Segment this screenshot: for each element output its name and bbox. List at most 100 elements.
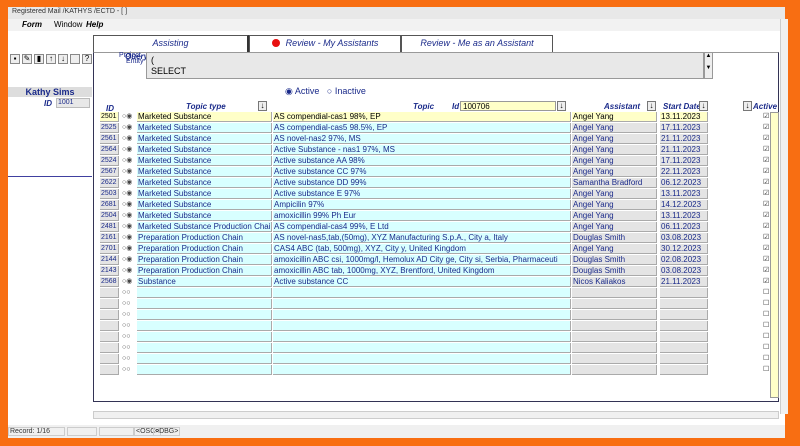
row-id[interactable]: 2681 xyxy=(100,200,119,210)
table-row[interactable]: ○○ ☐ xyxy=(100,310,780,321)
row-radio-buttons[interactable]: ○◉ xyxy=(121,112,137,122)
help-icon[interactable]: ? xyxy=(82,54,92,64)
row-topic-type[interactable]: Marketed Substance xyxy=(137,189,272,199)
row-topic[interactable]: Active Substance - nas1 97%, MS xyxy=(273,145,571,155)
sort-active-button[interactable]: ↓ xyxy=(743,101,752,111)
row-assistant[interactable]: Angel Yang xyxy=(572,211,657,221)
row-start-date[interactable] xyxy=(660,310,708,320)
row-topic[interactable]: Active substance AA 98% xyxy=(273,156,571,166)
row-id[interactable]: 2143 xyxy=(100,266,119,276)
row-start-date[interactable] xyxy=(660,288,708,298)
row-active-checkbox[interactable]: ☐ xyxy=(762,354,770,364)
row-assistant[interactable] xyxy=(572,343,657,353)
table-row[interactable]: 2561 ○◉ Marketed Substance AS novel-nas2 97… xyxy=(100,134,780,145)
row-start-date[interactable] xyxy=(660,343,708,353)
row-active-checkbox[interactable]: ☑ xyxy=(762,178,770,188)
row-topic[interactable] xyxy=(273,288,571,298)
row-radio-buttons[interactable]: ○◉ xyxy=(121,178,137,188)
sort-topic-button[interactable]: ↓ xyxy=(557,101,566,111)
row-radio-buttons[interactable]: ○○ xyxy=(121,299,137,309)
row-active-checkbox[interactable]: ☐ xyxy=(762,288,770,298)
row-topic-type[interactable] xyxy=(137,332,272,342)
row-active-checkbox[interactable]: ☑ xyxy=(762,211,770,221)
row-topic[interactable]: AS compendial-cas4 99%, E Ltd xyxy=(273,222,571,232)
row-active-checkbox[interactable]: ☐ xyxy=(762,321,770,331)
row-topic[interactable]: AS compendial-cas5 98.5%, EP xyxy=(273,123,571,133)
row-id[interactable]: 2567 xyxy=(100,167,119,177)
row-id[interactable]: 2161 xyxy=(100,233,119,243)
row-active-checkbox[interactable]: ☑ xyxy=(762,266,770,276)
row-start-date[interactable]: 06.11.2023 xyxy=(660,222,708,232)
row-start-date[interactable]: 14.12.2023 xyxy=(660,200,708,210)
row-start-date[interactable]: 03.08.2023 xyxy=(660,233,708,243)
row-assistant[interactable]: Douglas Smith xyxy=(572,233,657,243)
menu-help[interactable]: Help xyxy=(86,20,103,29)
row-assistant[interactable]: Angel Yang xyxy=(572,134,657,144)
row-topic[interactable]: Ampicilin 97% xyxy=(273,200,571,210)
row-start-date[interactable]: 13.11.2023 xyxy=(660,112,708,122)
row-radio-buttons[interactable]: ○◉ xyxy=(121,134,137,144)
row-id[interactable]: 2503 xyxy=(100,189,119,199)
row-start-date[interactable]: 30.12.2023 xyxy=(660,244,708,254)
row-assistant[interactable]: Douglas Smith xyxy=(572,266,657,276)
row-assistant[interactable]: Douglas Smith xyxy=(572,255,657,265)
query-scrollbar[interactable]: ▲ ▼ xyxy=(704,52,713,79)
row-start-date[interactable]: 06.12.2023 xyxy=(660,178,708,188)
row-topic[interactable] xyxy=(273,365,571,375)
row-topic-type[interactable] xyxy=(137,310,272,320)
row-assistant[interactable]: Angel Yang xyxy=(572,244,657,254)
row-radio-buttons[interactable]: ○◉ xyxy=(121,167,137,177)
row-topic-type[interactable] xyxy=(137,354,272,364)
sort-start-date-button[interactable]: ↓ xyxy=(699,101,708,111)
table-row[interactable]: 2504 ○◉ Marketed Substance amoxicillin 99% … xyxy=(100,211,780,222)
row-radio-buttons[interactable]: ○◉ xyxy=(121,145,137,155)
row-id[interactable]: 2144 xyxy=(100,255,119,265)
menu-window[interactable]: Window xyxy=(54,20,82,29)
id-filter-input[interactable]: 100706 xyxy=(460,101,556,111)
row-active-checkbox[interactable]: ☑ xyxy=(762,134,770,144)
row-topic[interactable] xyxy=(273,299,571,309)
row-id[interactable]: 2525 xyxy=(100,123,119,133)
row-topic-type[interactable] xyxy=(137,288,272,298)
table-row[interactable]: 2525 ○◉ Marketed Substance AS compendial-ca… xyxy=(100,123,780,134)
row-radio-buttons[interactable]: ○○ xyxy=(121,354,137,364)
row-active-checkbox[interactable]: ☑ xyxy=(762,255,770,265)
row-topic[interactable]: CAS4 ABC (tab, 500mg), XYZ, City y, Unit… xyxy=(273,244,571,254)
row-id[interactable]: 2481 xyxy=(100,222,119,232)
row-radio-buttons[interactable]: ○◉ xyxy=(121,233,137,243)
save-icon[interactable]: ▪ xyxy=(10,54,20,64)
row-radio-buttons[interactable]: ○◉ xyxy=(121,200,137,210)
row-id[interactable]: 2564 xyxy=(100,145,119,155)
row-start-date[interactable]: 22.11.2023 xyxy=(660,167,708,177)
row-active-checkbox[interactable]: ☑ xyxy=(762,200,770,210)
row-id[interactable]: 2622 xyxy=(100,178,119,188)
table-row[interactable]: ○○ ☐ xyxy=(100,332,780,343)
window-vertical-scrollbar[interactable] xyxy=(780,19,788,414)
table-row[interactable]: 2622 ○◉ Marketed Substance Active substance… xyxy=(100,178,780,189)
table-row[interactable]: ○○ ☐ xyxy=(100,288,780,299)
row-active-checkbox[interactable]: ☑ xyxy=(762,123,770,133)
row-radio-buttons[interactable]: ○◉ xyxy=(121,123,137,133)
row-topic[interactable]: AS novel-nas2 97%, MS xyxy=(273,134,571,144)
horizontal-scrollbar[interactable] xyxy=(93,411,779,419)
table-row[interactable]: 2501 ○◉ Marketed Substance AS compendial-ca… xyxy=(100,112,780,123)
table-row[interactable]: 2524 ○◉ Marketed Substance Active substance… xyxy=(100,156,780,167)
row-topic-type[interactable] xyxy=(137,299,272,309)
row-topic[interactable]: amoxicillin ABC tab, 1000mg, XYZ, Brentf… xyxy=(273,266,571,276)
row-active-checkbox[interactable]: ☑ xyxy=(762,277,770,287)
row-id[interactable] xyxy=(100,343,119,353)
row-start-date[interactable] xyxy=(660,299,708,309)
row-assistant[interactable] xyxy=(572,332,657,342)
tab-review-me-as-assistant[interactable]: Review - Me as an Assistant xyxy=(401,35,553,52)
row-topic-type[interactable]: Preparation Production Chain xyxy=(137,255,272,265)
row-id[interactable] xyxy=(100,288,119,298)
row-assistant[interactable]: Angel Yang xyxy=(572,145,657,155)
row-topic-type[interactable] xyxy=(137,365,272,375)
table-row[interactable]: ○○ ☐ xyxy=(100,343,780,354)
row-start-date[interactable] xyxy=(660,332,708,342)
table-row[interactable]: 2681 ○◉ Marketed Substance Ampicilin 97% Ang… xyxy=(100,200,780,211)
tab-assisting[interactable]: Assisting xyxy=(93,35,249,52)
row-topic[interactable]: Active substance CC 97% xyxy=(273,167,571,177)
row-active-checkbox[interactable]: ☐ xyxy=(762,365,770,375)
table-row[interactable]: 2567 ○◉ Marketed Substance Active substance… xyxy=(100,167,780,178)
